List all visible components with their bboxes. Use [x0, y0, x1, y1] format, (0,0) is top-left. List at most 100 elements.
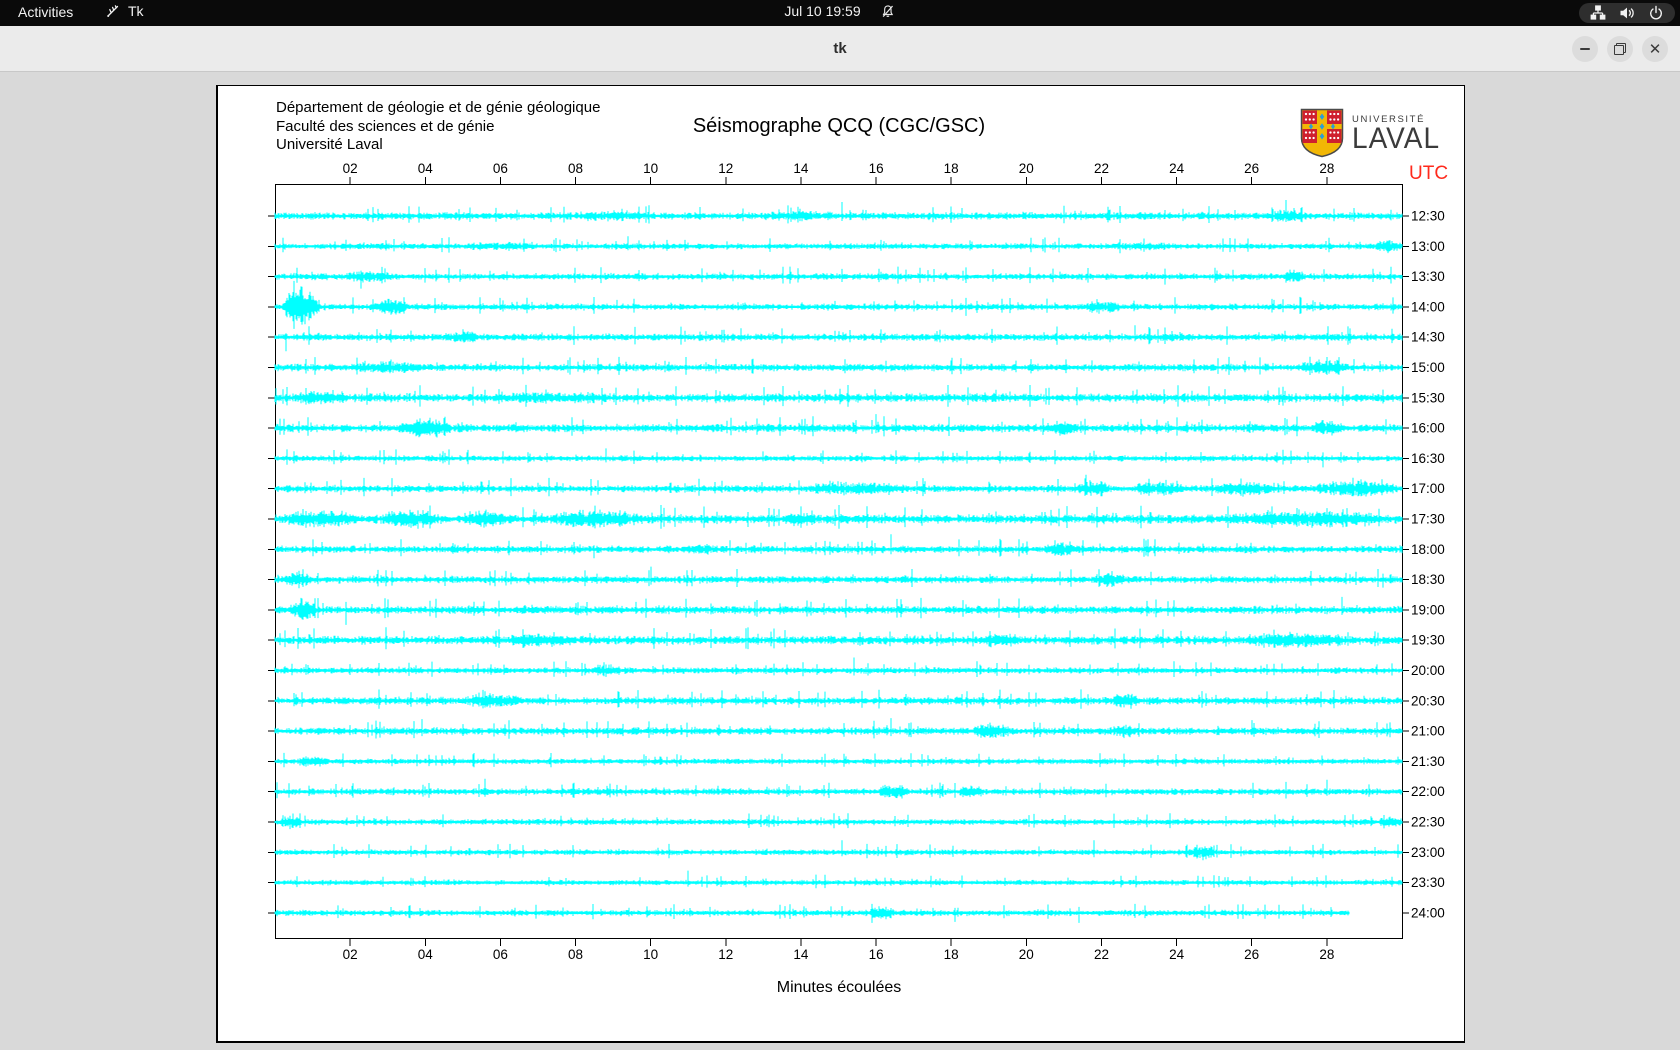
trace-13:30	[274, 266, 1403, 289]
close-button[interactable]: ✕	[1642, 36, 1668, 62]
trace-23:00	[274, 840, 1403, 861]
trace-15:30	[274, 384, 1403, 407]
x-tick-label-top: 08	[568, 161, 583, 176]
gnome-topbar: Activities Tk Jul 10 19:59	[0, 0, 1680, 26]
plot-title: Séismographe QCQ (CGC/GSC)	[692, 115, 986, 137]
x-tick-label-bottom: 18	[944, 947, 959, 962]
trace-15:00	[274, 356, 1403, 375]
trace-22:00	[274, 778, 1403, 799]
trace-14:00	[274, 280, 1403, 329]
utc-time-label: 16:00	[1411, 421, 1445, 436]
helicorder-plot: 02 02 04 04 06 06 08 08 10 10 12 12 14 14 16 16 18 18 20 20…	[268, 161, 1445, 962]
trace-17:00	[274, 474, 1403, 497]
x-tick-label-top: 12	[718, 161, 733, 176]
maximize-button[interactable]	[1607, 36, 1633, 62]
trace-20:30	[274, 689, 1403, 709]
utc-time-label: 21:00	[1411, 724, 1445, 739]
network-wired-icon	[1590, 5, 1606, 20]
minimize-button[interactable]	[1572, 36, 1598, 62]
x-tick-label-top: 26	[1244, 161, 1259, 176]
x-tick-label-top: 04	[418, 161, 434, 176]
utc-time-label: 19:00	[1411, 602, 1445, 617]
utc-axis-label: UTC	[1409, 163, 1449, 184]
x-tick-label-top: 10	[643, 161, 658, 176]
tk-feather-icon	[107, 5, 119, 17]
x-tick-label-top: 28	[1319, 161, 1334, 176]
minimize-icon	[1580, 48, 1590, 50]
utc-time-label: 14:00	[1411, 299, 1445, 314]
institution-line-3: Université Laval	[276, 136, 383, 153]
trace-13:00	[274, 236, 1403, 254]
plot-border	[275, 184, 1403, 939]
trace-14:30	[274, 325, 1403, 352]
x-tick-label-bottom: 06	[493, 947, 508, 962]
x-tick-label-bottom: 10	[643, 947, 658, 962]
laval-shield-icon	[1300, 108, 1344, 158]
x-tick-label-top: 22	[1094, 161, 1109, 176]
trace-20:00	[274, 657, 1403, 677]
utc-time-label: 22:00	[1411, 784, 1445, 799]
power-icon	[1650, 5, 1662, 20]
clock-menu[interactable]: Jul 10 19:59	[784, 3, 895, 19]
utc-time-label: 15:00	[1411, 360, 1445, 375]
utc-time-label: 14:30	[1411, 330, 1445, 345]
utc-time-label: 16:30	[1411, 451, 1445, 466]
x-tick-label-top: 20	[1019, 161, 1034, 176]
x-tick-label-top: 24	[1169, 161, 1185, 176]
x-tick-label-top: 18	[944, 161, 959, 176]
utc-time-label: 23:30	[1411, 875, 1445, 890]
trace-17:30	[274, 505, 1403, 529]
x-tick-label-top: 16	[869, 161, 884, 176]
x-tick-label-bottom: 20	[1019, 947, 1034, 962]
utc-time-label: 21:30	[1411, 754, 1445, 769]
utc-time-label: 18:00	[1411, 542, 1445, 557]
trace-22:30	[274, 813, 1403, 830]
app-indicator-label: Tk	[128, 3, 144, 19]
close-icon: ✕	[1648, 40, 1662, 58]
universite-laval-logo: UNIVERSITÉ LAVAL	[1300, 108, 1440, 158]
activities-button[interactable]: Activities	[18, 4, 73, 20]
x-axis-title: Minutes écoulées	[776, 979, 902, 996]
x-tick-label-bottom: 02	[343, 947, 358, 962]
utc-time-label: 13:30	[1411, 269, 1445, 284]
x-tick-label-top: 06	[493, 161, 508, 176]
trace-21:30	[274, 752, 1403, 768]
screen: Activities Tk Jul 10 19:59 tk ✕ Départem…	[0, 0, 1680, 1050]
logo-laval-text: LAVAL	[1352, 122, 1441, 155]
window-title: tk	[833, 40, 847, 57]
x-tick-label-bottom: 14	[793, 947, 809, 962]
x-tick-label-bottom: 12	[718, 947, 733, 962]
x-tick-label-bottom: 26	[1244, 947, 1259, 962]
trace-19:30	[274, 627, 1403, 650]
utc-time-label: 24:00	[1411, 905, 1445, 920]
trace-18:00	[274, 534, 1403, 559]
x-tick-label-bottom: 28	[1319, 947, 1334, 962]
trace-18:30	[274, 566, 1403, 589]
volume-icon	[1620, 7, 1634, 19]
utc-time-label: 15:30	[1411, 390, 1445, 405]
trace-16:00	[274, 414, 1403, 438]
window-content: Département de géologie et de génie géol…	[0, 72, 1680, 1050]
app-indicator-tk[interactable]: Tk	[105, 3, 144, 19]
x-tick-label-top: 02	[343, 161, 358, 176]
window-titlebar[interactable]: tk ✕	[0, 26, 1680, 72]
x-tick-label-bottom: 04	[418, 947, 434, 962]
trace-19:00	[274, 596, 1403, 625]
utc-time-label: 23:00	[1411, 845, 1445, 860]
maximize-icon	[1614, 43, 1626, 55]
clock-label: Jul 10 19:59	[784, 3, 861, 19]
utc-time-label: 18:30	[1411, 572, 1445, 587]
trace-24:00	[274, 903, 1350, 923]
x-tick-label-bottom: 22	[1094, 947, 1109, 962]
system-status-menu[interactable]	[1579, 3, 1675, 23]
utc-time-label: 20:30	[1411, 693, 1445, 708]
x-tick-label-bottom: 16	[869, 947, 884, 962]
utc-time-label: 22:30	[1411, 815, 1445, 830]
utc-time-label: 19:30	[1411, 633, 1445, 648]
trace-16:30	[274, 448, 1403, 468]
utc-time-label: 20:00	[1411, 663, 1445, 678]
utc-time-label: 13:00	[1411, 239, 1445, 254]
seismograph-canvas: Département de géologie et de génie géol…	[216, 85, 1465, 1043]
utc-time-label: 12:30	[1411, 209, 1445, 224]
trace-23:30	[274, 870, 1403, 889]
